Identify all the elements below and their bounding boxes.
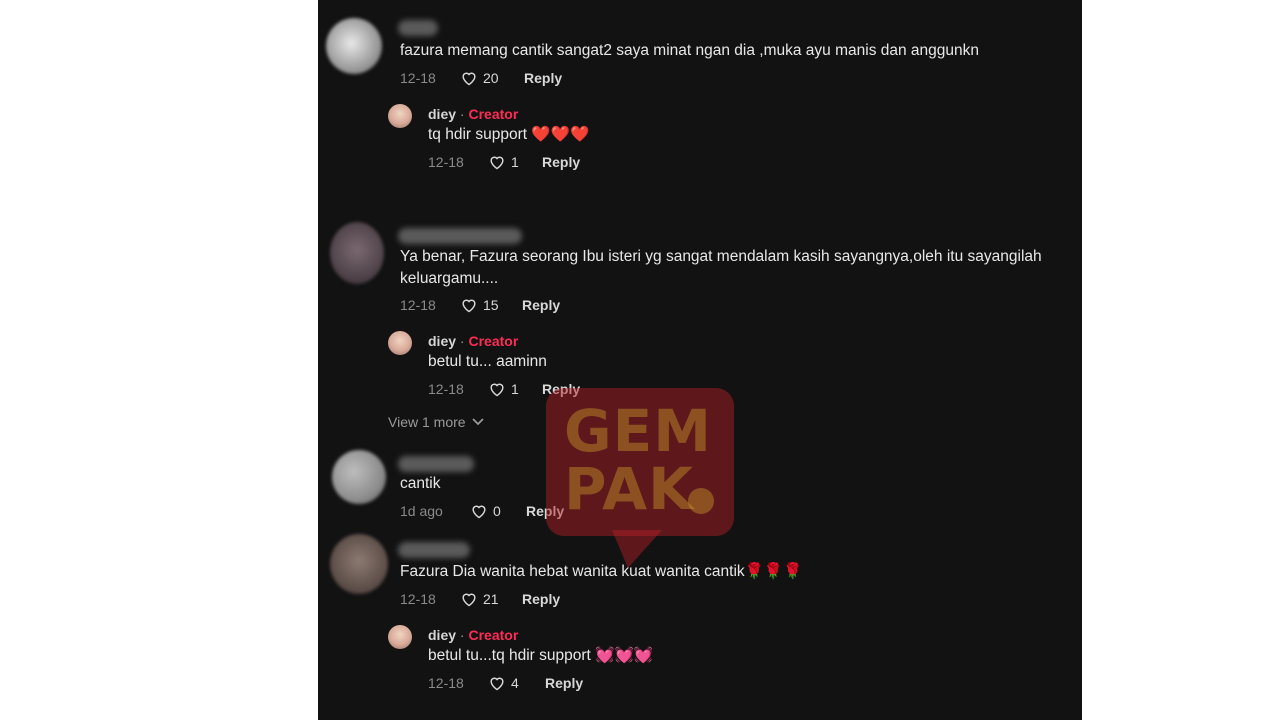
- heart-outline-icon: [462, 593, 476, 607]
- author-separator: ·: [456, 106, 469, 122]
- heart-outline-icon: [472, 505, 486, 519]
- reply-author[interactable]: diey · Creator: [428, 627, 518, 643]
- like-button[interactable]: 4: [488, 675, 545, 691]
- view-more-label: View 1 more: [388, 414, 466, 430]
- author-name: diey: [428, 333, 457, 349]
- heart-outline-icon: [490, 383, 504, 397]
- author-name: diey: [428, 627, 457, 643]
- comment-date: 12-18: [400, 70, 436, 86]
- reply-author[interactable]: diey · Creator: [428, 106, 518, 122]
- creator-badge: Creator: [468, 333, 519, 349]
- commenter-avatar[interactable]: [326, 18, 382, 74]
- creator-avatar[interactable]: [388, 625, 412, 649]
- commenter-avatar[interactable]: [330, 534, 388, 594]
- view-more-replies-button[interactable]: View 1 more: [388, 414, 484, 430]
- reply-button[interactable]: Reply: [542, 154, 580, 170]
- like-button[interactable]: 1: [488, 154, 542, 170]
- comment-text: fazura memang cantik sangat2 saya minat …: [400, 42, 980, 59]
- reply-text: tq hdir support ❤️❤️❤️: [428, 126, 590, 143]
- comment-meta: 12-18 15 Reply: [400, 295, 560, 315]
- watermark-tail: [612, 530, 662, 568]
- comment-text: Ya benar, Fazura seorang Ibu isteri yg s…: [400, 248, 1042, 287]
- like-count: 1: [511, 381, 519, 397]
- reply-date: 12-18: [428, 381, 464, 397]
- author-name: diey: [428, 106, 457, 122]
- reply-button[interactable]: Reply: [526, 503, 564, 519]
- like-count: 21: [483, 591, 499, 607]
- comment-text: Fazura Dia wanita hebat wanita kuat wani…: [400, 563, 803, 580]
- like-count: 15: [483, 297, 499, 313]
- comment-date: 12-18: [400, 297, 436, 313]
- like-button[interactable]: 0: [470, 503, 526, 519]
- like-button[interactable]: 20: [460, 70, 524, 86]
- comment-meta: 1d ago 0 Reply: [400, 501, 564, 521]
- commenter-avatar[interactable]: [332, 450, 386, 504]
- commenter-name-blurred[interactable]: [398, 542, 470, 558]
- like-count: 0: [493, 503, 501, 519]
- reply-button[interactable]: Reply: [524, 70, 562, 86]
- like-button[interactable]: 1: [488, 381, 542, 397]
- reply-author[interactable]: diey · Creator: [428, 333, 518, 349]
- commenter-avatar[interactable]: [330, 222, 384, 284]
- creator-badge: Creator: [468, 106, 519, 122]
- commenter-name-blurred[interactable]: [398, 20, 438, 36]
- reply-date: 12-18: [428, 154, 464, 170]
- author-separator: ·: [456, 627, 469, 643]
- commenter-name-blurred[interactable]: [398, 228, 522, 244]
- creator-avatar[interactable]: [388, 331, 412, 355]
- creator-badge: Creator: [468, 627, 519, 643]
- like-button[interactable]: 21: [460, 591, 522, 607]
- reply-date: 12-18: [428, 675, 464, 691]
- reply-text: betul tu... aaminn: [428, 353, 547, 370]
- like-count: 20: [483, 70, 499, 86]
- reply-meta: 12-18 4 Reply: [428, 673, 583, 693]
- reply-button[interactable]: Reply: [522, 591, 560, 607]
- creator-avatar[interactable]: [388, 104, 412, 128]
- reply-text: betul tu...tq hdir support 💓💓💓: [428, 647, 654, 664]
- comment-meta: 12-18 21 Reply: [400, 589, 560, 609]
- reply-meta: 12-18 1 Reply: [428, 152, 580, 172]
- comment-text: cantik: [400, 475, 441, 492]
- reply-button[interactable]: Reply: [542, 381, 580, 397]
- like-count: 1: [511, 154, 519, 170]
- like-button[interactable]: 15: [460, 297, 522, 313]
- author-separator: ·: [456, 333, 469, 349]
- reply-button[interactable]: Reply: [545, 675, 583, 691]
- heart-outline-icon: [462, 299, 476, 313]
- reply-button[interactable]: Reply: [522, 297, 560, 313]
- chevron-down-icon: [471, 418, 484, 426]
- reply-meta: 12-18 1 Reply: [428, 379, 580, 399]
- comments-panel: fazura memang cantik sangat2 saya minat …: [318, 0, 1082, 720]
- comment-date: 12-18: [400, 591, 436, 607]
- heart-outline-icon: [462, 72, 476, 86]
- heart-outline-icon: [490, 677, 504, 691]
- commenter-name-blurred[interactable]: [398, 456, 474, 472]
- heart-outline-icon: [490, 156, 504, 170]
- comment-date: 1d ago: [400, 503, 443, 519]
- like-count: 4: [511, 675, 519, 691]
- comment-meta: 12-18 20 Reply: [400, 68, 562, 88]
